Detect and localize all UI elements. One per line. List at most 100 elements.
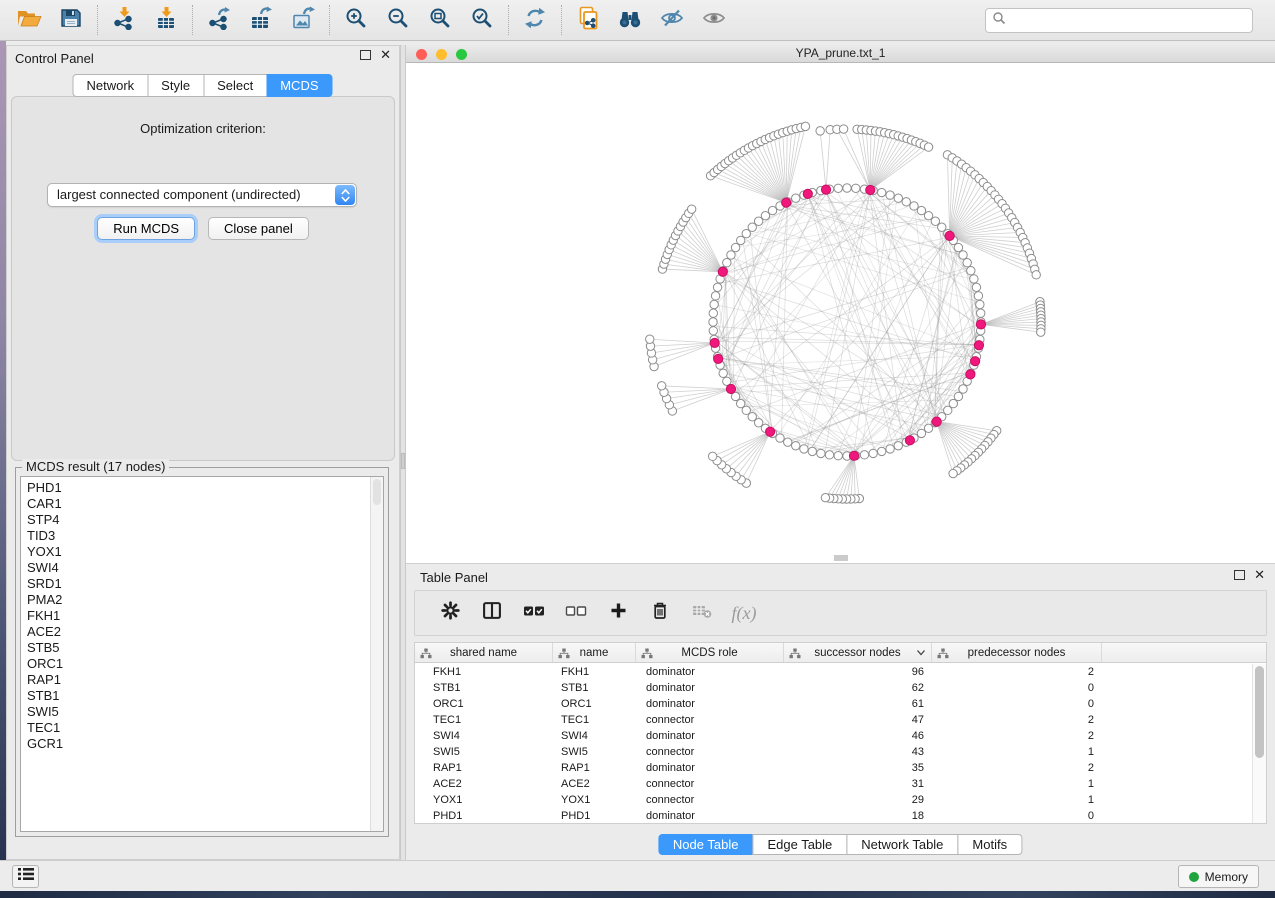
cell-successor-nodes: 18 xyxy=(784,810,932,822)
close-panel-icon[interactable]: ✕ xyxy=(380,50,391,60)
network-window-titlebar[interactable]: YPA_prune.txt_1 xyxy=(406,45,1275,63)
canvas-hscroll-thumb[interactable] xyxy=(834,555,848,561)
select-all-button[interactable] xyxy=(521,600,547,626)
tab-network-table[interactable]: Network Table xyxy=(846,834,958,855)
table-row[interactable]: RAP1RAP1dominator352 xyxy=(415,760,1252,776)
memory-button[interactable]: Memory xyxy=(1178,865,1259,888)
export-network-button[interactable] xyxy=(198,2,240,38)
table-row[interactable]: ACE2ACE2connector311 xyxy=(415,776,1252,792)
table-row[interactable]: FKH1FKH1dominator962 xyxy=(415,664,1252,680)
open-file-button[interactable] xyxy=(8,2,50,38)
float-panel-icon[interactable] xyxy=(1234,570,1245,580)
list-item[interactable]: STP4 xyxy=(27,512,383,528)
list-item[interactable]: PHD1 xyxy=(27,480,383,496)
table-row[interactable]: YOX1YOX1connector291 xyxy=(415,792,1252,808)
maximize-window-icon[interactable] xyxy=(456,49,467,60)
cell-name: RAP1 xyxy=(553,762,636,774)
list-item[interactable]: PMA2 xyxy=(27,592,383,608)
add-row-button[interactable] xyxy=(605,600,631,626)
cell-name: SWI4 xyxy=(553,730,636,742)
list-item[interactable]: CAR1 xyxy=(27,496,383,512)
list-item[interactable]: SRD1 xyxy=(27,576,383,592)
table-scrollbar[interactable] xyxy=(1252,664,1266,823)
column-header-name[interactable]: name xyxy=(553,643,636,662)
cell-successor-nodes: 62 xyxy=(784,682,932,694)
table-row[interactable]: ORC1ORC1dominator610 xyxy=(415,696,1252,712)
close-window-icon[interactable] xyxy=(416,49,427,60)
search-input[interactable] xyxy=(1010,13,1246,29)
list-item[interactable]: STB5 xyxy=(27,640,383,656)
list-item[interactable]: TEC1 xyxy=(27,720,383,736)
list-item[interactable]: TID3 xyxy=(27,528,383,544)
minimize-window-icon[interactable] xyxy=(436,49,447,60)
float-panel-icon[interactable] xyxy=(360,50,371,60)
list-item[interactable]: ACE2 xyxy=(27,624,383,640)
tab-node-table[interactable]: Node Table xyxy=(658,834,754,855)
deselect-all-button[interactable] xyxy=(563,600,589,626)
function-builder-button[interactable]: f(x) xyxy=(731,600,757,626)
status-bar: Memory xyxy=(0,860,1275,891)
clear-table-button[interactable] xyxy=(689,600,715,626)
table-row[interactable]: STB1STB1dominator620 xyxy=(415,680,1252,696)
show-column-panel-button[interactable] xyxy=(479,600,505,626)
cell-successor-nodes: 43 xyxy=(784,746,932,758)
memory-label: Memory xyxy=(1205,870,1248,884)
list-scrollbar[interactable] xyxy=(370,477,383,831)
toolbar-separator xyxy=(329,5,330,35)
list-item[interactable]: STB1 xyxy=(27,688,383,704)
table-scrollbar-thumb[interactable] xyxy=(1255,666,1264,758)
export-image-button[interactable] xyxy=(282,2,324,38)
list-item[interactable]: SWI4 xyxy=(27,560,383,576)
list-item[interactable]: SWI5 xyxy=(27,704,383,720)
table-row[interactable]: SWI4SWI4dominator462 xyxy=(415,728,1252,744)
column-header-shared-name[interactable]: shared name xyxy=(415,643,553,662)
zoom-selected-button[interactable] xyxy=(461,2,503,38)
table-row[interactable]: PHD1PHD1dominator180 xyxy=(415,808,1252,823)
tab-mcds[interactable]: MCDS xyxy=(266,74,332,97)
delete-row-button[interactable] xyxy=(647,600,673,626)
hide-selected-button[interactable] xyxy=(651,2,693,38)
table-settings-button[interactable] xyxy=(437,600,463,626)
function-icon: f(x) xyxy=(732,603,757,624)
tab-select[interactable]: Select xyxy=(203,74,267,97)
table-body: FKH1FKH1dominator962STB1STB1dominator620… xyxy=(415,664,1252,823)
list-item[interactable]: RAP1 xyxy=(27,672,383,688)
optimization-criterion-select[interactable]: largest connected component (undirected) xyxy=(47,183,357,207)
cell-shared-name: ORC1 xyxy=(415,698,553,710)
list-item[interactable]: FKH1 xyxy=(27,608,383,624)
tab-motifs[interactable]: Motifs xyxy=(957,834,1022,855)
import-network-button[interactable] xyxy=(103,2,145,38)
tab-style[interactable]: Style xyxy=(147,74,204,97)
tab-network[interactable]: Network xyxy=(72,74,148,97)
table-row[interactable]: SWI5SWI5connector431 xyxy=(415,744,1252,760)
network-graph[interactable] xyxy=(406,63,1275,563)
mcds-result-list[interactable]: PHD1CAR1STP4TID3YOX1SWI4SRD1PMA2FKH1ACE2… xyxy=(20,476,384,832)
network-canvas[interactable] xyxy=(406,63,1275,563)
save-session-button[interactable] xyxy=(50,2,92,38)
table-row[interactable]: TEC1TEC1connector472 xyxy=(415,712,1252,728)
tab-edge-table[interactable]: Edge Table xyxy=(752,834,847,855)
zoom-out-button[interactable] xyxy=(377,2,419,38)
run-mcds-button[interactable]: Run MCDS xyxy=(97,217,195,240)
export-table-button[interactable] xyxy=(240,2,282,38)
list-item[interactable]: GCR1 xyxy=(27,736,383,752)
list-item[interactable]: YOX1 xyxy=(27,544,383,560)
list-item[interactable]: ORC1 xyxy=(27,656,383,672)
zoom-fit-button[interactable] xyxy=(419,2,461,38)
column-header-MCDS-role[interactable]: MCDS role xyxy=(636,643,784,662)
column-label: name xyxy=(580,647,609,659)
column-header-predecessor-nodes[interactable]: predecessor nodes xyxy=(932,643,1102,662)
refresh-button[interactable] xyxy=(514,2,556,38)
column-header-successor-nodes[interactable]: successor nodes xyxy=(784,643,932,662)
dropdown-stepper-icon xyxy=(335,185,355,205)
close-panel-icon[interactable]: ✕ xyxy=(1254,570,1265,580)
task-history-button[interactable] xyxy=(12,865,39,888)
splitter-grip[interactable] xyxy=(401,453,405,469)
import-table-button[interactable] xyxy=(145,2,187,38)
zoom-in-button[interactable] xyxy=(335,2,377,38)
close-panel-button[interactable]: Close panel xyxy=(208,217,309,240)
clone-network-button[interactable] xyxy=(567,2,609,38)
cell-shared-name: RAP1 xyxy=(415,762,553,774)
first-neighbors-button[interactable] xyxy=(609,2,651,38)
show-all-button[interactable] xyxy=(693,2,735,38)
